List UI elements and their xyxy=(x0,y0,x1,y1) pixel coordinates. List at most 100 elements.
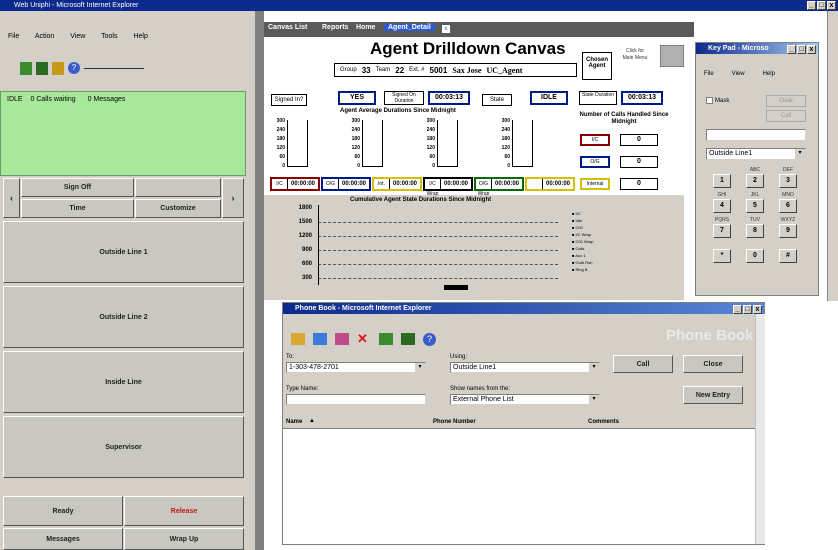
agent-state: IDLE xyxy=(7,96,23,103)
wrap-up-button[interactable]: Wrap Up xyxy=(124,528,244,550)
minimize-icon[interactable]: _ xyxy=(807,1,816,10)
inside-line-button[interactable]: Inside Line xyxy=(3,351,244,413)
mask-checkbox[interactable] xyxy=(706,97,713,104)
col-name[interactable]: Name xyxy=(286,419,302,425)
sign-off-button[interactable]: Sign Off xyxy=(21,178,134,197)
time-button[interactable]: Time xyxy=(21,199,134,218)
key-4[interactable]: 4 xyxy=(713,199,731,213)
calls-type-label: I/C xyxy=(580,134,610,146)
scroll-left-button[interactable]: ‹ xyxy=(3,178,20,218)
duration-type-label xyxy=(527,179,543,189)
key-7[interactable]: 7 xyxy=(713,224,731,238)
chosen-agent-box: Chosen Agent xyxy=(582,52,612,80)
key-1[interactable]: 1 xyxy=(713,174,731,188)
dial-input[interactable] xyxy=(706,129,806,141)
clear-button[interactable]: Clear xyxy=(766,95,806,107)
state-duration-label: State Duration xyxy=(579,91,617,105)
using-select[interactable]: Outside Line1 ▾ xyxy=(450,362,600,373)
book-icon[interactable] xyxy=(20,62,32,75)
sort-arrow-icon: ▲ xyxy=(309,418,315,424)
gauge-tick-label: 60 xyxy=(279,154,285,160)
key-2[interactable]: 2 xyxy=(746,174,764,188)
menu-file[interactable]: File xyxy=(8,33,19,40)
close-button[interactable]: Close xyxy=(683,355,743,373)
keypad-menu-help[interactable]: Help xyxy=(763,71,775,77)
release-button[interactable]: Release xyxy=(124,496,244,526)
keypad-menu-view[interactable]: View xyxy=(732,71,745,77)
gauge-tick-label: 0 xyxy=(432,163,435,169)
close-icon[interactable]: x xyxy=(827,1,836,10)
tab-agent-detail[interactable]: Agent_Detail xyxy=(384,24,435,31)
legend-entry: ■ Outb Rsh xyxy=(572,260,593,265)
supervisor-button[interactable]: Supervisor xyxy=(3,416,244,478)
key-6[interactable]: 6 xyxy=(779,199,797,213)
cumulative-gridline xyxy=(318,250,558,251)
key-#[interactable]: # xyxy=(779,249,797,263)
tab-reports[interactable]: Reports xyxy=(322,24,348,31)
agent-id: UC_Agent xyxy=(486,65,523,75)
phonebook-close-icon[interactable]: x xyxy=(753,305,762,314)
keypad-maximize-icon[interactable]: □ xyxy=(797,45,806,54)
group-icon[interactable] xyxy=(335,333,349,345)
delete-icon[interactable]: ✕ xyxy=(357,332,371,345)
keypad-menu: File View Help xyxy=(704,71,775,77)
directory-icon[interactable] xyxy=(36,62,48,75)
main-scrollbar[interactable] xyxy=(827,11,838,301)
col-comments[interactable]: Comments xyxy=(588,419,619,425)
legend-entry: ■ Aux 1 xyxy=(572,253,586,258)
key-5[interactable]: 5 xyxy=(746,199,764,213)
open-icon[interactable] xyxy=(291,333,305,345)
gauge-tick-label: 60 xyxy=(354,154,360,160)
key-*[interactable]: * xyxy=(713,249,731,263)
key-3[interactable]: 3 xyxy=(779,174,797,188)
dropdown-arrow-icon: ▾ xyxy=(589,395,599,404)
show-names-select[interactable]: External Phone List ▾ xyxy=(450,394,600,405)
signed-duration-label: Signed On Duration xyxy=(384,91,424,105)
tab-close-icon[interactable]: x xyxy=(442,25,450,33)
menu-tools[interactable]: Tools xyxy=(101,33,117,40)
menu-action[interactable]: Action xyxy=(35,33,54,40)
to-field[interactable]: 1-303-478-2701 ▾ xyxy=(286,362,426,373)
col-phone[interactable]: Phone Number xyxy=(433,419,476,425)
keypad-icon[interactable] xyxy=(52,62,64,75)
maximize-icon[interactable]: □ xyxy=(817,1,826,10)
duration-value: 00:00:00 xyxy=(545,181,571,187)
key-8[interactable]: 8 xyxy=(746,224,764,238)
type-name-field[interactable] xyxy=(286,394,426,405)
cumulative-tick-label: 900 xyxy=(301,247,312,253)
book-icon[interactable] xyxy=(379,333,393,345)
menu-view[interactable]: View xyxy=(70,33,85,40)
outside-line-1-button[interactable]: Outside Line 1 xyxy=(3,221,244,283)
phonebook-maximize-icon[interactable]: □ xyxy=(743,305,752,314)
tab-home[interactable]: Home xyxy=(356,24,375,31)
main-menu-button[interactable] xyxy=(660,45,684,67)
ready-button[interactable]: Ready xyxy=(3,496,123,526)
directory-icon[interactable] xyxy=(401,333,415,345)
phonebook-scrollbar[interactable] xyxy=(755,314,765,544)
keypad-line-select[interactable]: Outside Line1 ▾ xyxy=(706,148,806,160)
help-icon[interactable]: ? xyxy=(68,62,80,74)
calls-count-value: 0 xyxy=(620,178,658,190)
customize-button[interactable]: Customize xyxy=(135,199,221,218)
blank-button[interactable] xyxy=(135,178,221,197)
new-entry-button[interactable]: New Entry xyxy=(683,386,743,404)
gauge-base xyxy=(287,166,308,167)
scroll-right-button[interactable]: › xyxy=(222,178,244,218)
left-panel: File Action View Tools Help ? IDLE 0 Cal… xyxy=(0,11,256,550)
keypad-close-icon[interactable]: x xyxy=(807,45,816,54)
outside-line-2-button[interactable]: Outside Line 2 xyxy=(3,286,244,348)
help-icon[interactable]: ? xyxy=(423,333,436,346)
duration-item: O/G Wrap 00:00:00 xyxy=(474,177,524,197)
person-icon[interactable] xyxy=(313,333,327,345)
call-button[interactable]: Call xyxy=(613,355,673,373)
legend-entry: ■ I/C xyxy=(572,211,581,216)
keypad-menu-file[interactable]: File xyxy=(704,71,714,77)
menu-help[interactable]: Help xyxy=(133,33,147,40)
key-0[interactable]: 0 xyxy=(746,249,764,263)
keypad-minimize-icon[interactable]: _ xyxy=(787,45,796,54)
messages-button[interactable]: Messages xyxy=(3,528,123,550)
key-9[interactable]: 9 xyxy=(779,224,797,238)
phonebook-minimize-icon[interactable]: _ xyxy=(733,305,742,314)
tab-canvas-list[interactable]: Canvas List xyxy=(268,24,307,31)
keypad-call-button[interactable]: Call xyxy=(766,110,806,122)
